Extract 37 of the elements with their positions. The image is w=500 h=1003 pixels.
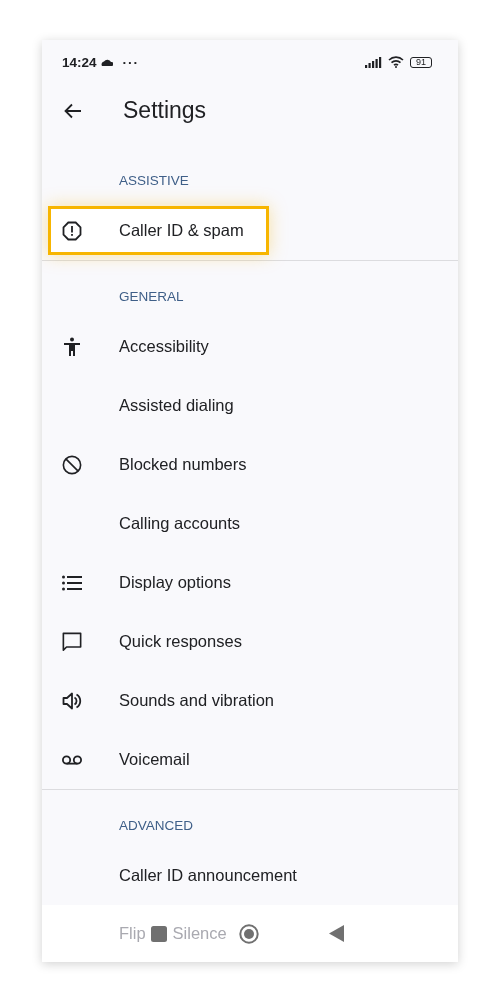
settings-item[interactable]: Blocked numbers (48, 435, 458, 495)
more-indicator: ··· (122, 54, 140, 70)
clock: 14:24 (62, 54, 97, 70)
accessibility-icon (62, 336, 82, 357)
settings-item[interactable]: Calling accounts (48, 494, 458, 554)
settings-item-text: Flip (119, 924, 146, 944)
section-header: GENERAL (119, 288, 184, 307)
speaker-icon (62, 690, 82, 711)
wifi-icon (388, 56, 404, 69)
battery-icon: 91 (410, 56, 432, 68)
home-button[interactable] (238, 923, 259, 944)
blocked-icon (62, 453, 82, 476)
settings-item[interactable]: Sounds and vibration (48, 671, 458, 731)
list-icon (62, 574, 82, 591)
settings-item[interactable]: Accessibility (48, 317, 458, 377)
signal-icon (365, 56, 382, 68)
voicemail-icon (62, 753, 82, 766)
settings-item[interactable]: Voicemail (48, 730, 458, 790)
alert-icon (62, 220, 82, 241)
settings-item[interactable]: Caller ID & spam (48, 206, 269, 256)
settings-item[interactable]: Assisted dialing (48, 376, 458, 436)
square-icon (150, 925, 167, 942)
message-icon (62, 630, 82, 653)
back-triangle-icon (328, 925, 344, 943)
home-circle-icon (238, 923, 259, 944)
cloud-icon (100, 58, 113, 66)
section-header: ADVANCED (119, 817, 193, 836)
back-arrow-icon (64, 102, 82, 119)
section-header: ASSISTIVE (119, 172, 189, 191)
recents-button[interactable] (150, 925, 167, 942)
back-nav-button[interactable] (328, 925, 344, 943)
settings-item-text: Silence (172, 924, 227, 944)
settings-item[interactable]: Quick responses (48, 612, 458, 672)
back-button[interactable] (64, 102, 82, 119)
settings-item[interactable]: Caller ID announcement (48, 846, 458, 906)
settings-item[interactable]: Display options (48, 553, 458, 613)
screen-title: Settings (123, 97, 207, 125)
